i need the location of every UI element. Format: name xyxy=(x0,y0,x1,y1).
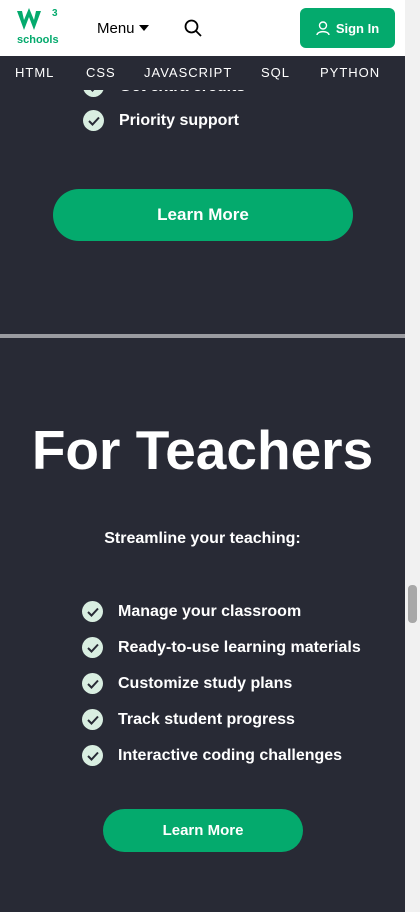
list-item-label: Track student progress xyxy=(118,710,295,728)
list-item: Customize study plans xyxy=(82,673,292,694)
w3-logo-icon xyxy=(17,8,41,30)
list-item: Interactive coding challenges xyxy=(82,745,342,766)
nav-item-python[interactable]: PYTHON xyxy=(320,65,380,80)
menu-label: Menu xyxy=(97,19,135,37)
list-item: Ready-to-use learning materials xyxy=(82,637,361,658)
list-item: Manage your classroom xyxy=(82,601,301,622)
section-title: For Teachers xyxy=(31,419,374,481)
check-icon xyxy=(82,745,103,766)
check-icon xyxy=(82,673,103,694)
w3schools-logo[interactable]: 3 schools xyxy=(16,8,62,48)
list-item-label: Priority support xyxy=(119,111,240,129)
list-item-label: Interactive coding challenges xyxy=(118,746,343,764)
check-icon xyxy=(82,601,103,622)
list-item: Priority support xyxy=(83,110,239,131)
tutorial-nav: HTML CSS JAVASCRIPT SQL PYTHON xyxy=(0,56,405,90)
nav-item-javascript[interactable]: JAVASCRIPT xyxy=(144,65,232,80)
list-item-label: Ready-to-use learning materials xyxy=(118,638,361,656)
scrollbar[interactable] xyxy=(405,0,420,912)
check-icon xyxy=(82,637,103,658)
learn-more-button[interactable]: Learn More xyxy=(53,189,353,241)
logo-text: schools xyxy=(17,34,59,46)
learn-more-button[interactable]: Learn More xyxy=(103,809,303,852)
sign-in-button[interactable]: Sign In xyxy=(300,8,395,48)
nav-item-css[interactable]: CSS xyxy=(86,65,116,80)
caret-down-icon xyxy=(138,25,149,31)
search-icon[interactable] xyxy=(184,19,202,37)
section-subtitle: Streamline your teaching: xyxy=(104,530,301,547)
sign-in-label: Sign In xyxy=(335,20,380,36)
check-icon xyxy=(82,709,103,730)
logo-superscript: 3 xyxy=(52,8,58,19)
nav-item-sql[interactable]: SQL xyxy=(261,65,290,80)
list-item-label: Customize study plans xyxy=(118,674,293,692)
list-item: Track student progress xyxy=(82,709,295,730)
list-item-label: Manage your classroom xyxy=(118,602,302,620)
top-header: 3 schools Menu Sign In xyxy=(0,0,405,56)
menu-button[interactable]: Menu xyxy=(97,18,149,38)
scrollbar-thumb[interactable] xyxy=(408,585,417,623)
section-divider xyxy=(0,334,405,338)
check-icon xyxy=(83,110,104,131)
user-icon xyxy=(316,20,330,35)
nav-item-html[interactable]: HTML xyxy=(15,65,54,80)
